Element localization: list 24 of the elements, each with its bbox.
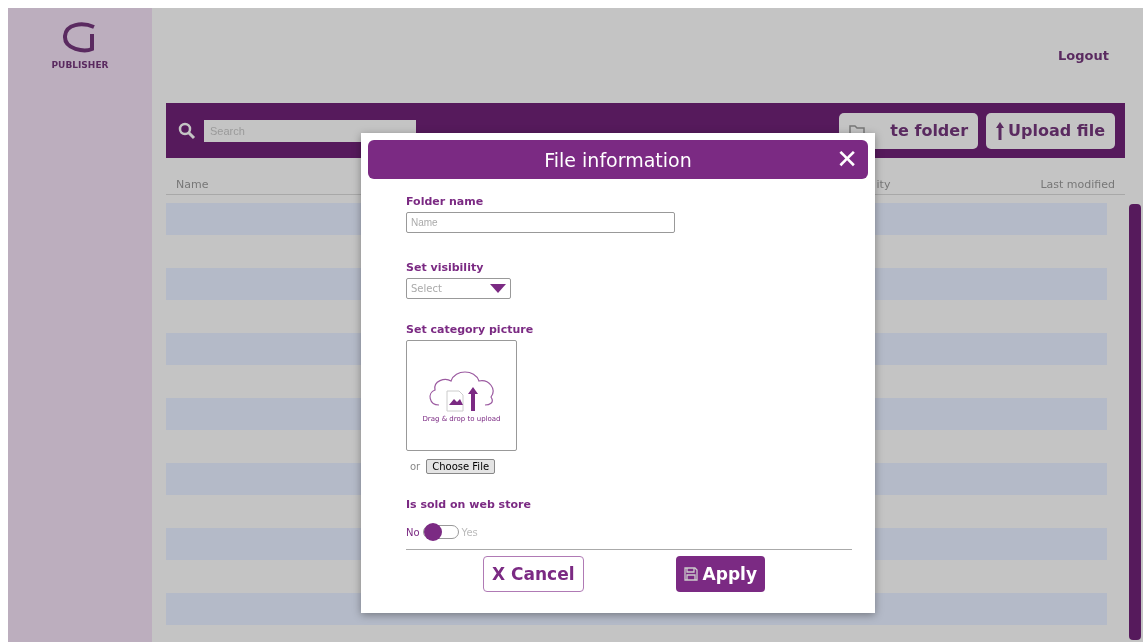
field-label: Folder name bbox=[406, 195, 485, 208]
field-label: Set category picture bbox=[406, 323, 535, 336]
toggle-on-label: Yes bbox=[461, 526, 478, 538]
create-folder-button[interactable]: te folder bbox=[839, 112, 979, 149]
or-text: or bbox=[410, 461, 421, 472]
search-icon bbox=[178, 121, 196, 140]
column-header: Name bbox=[176, 178, 210, 193]
dialog-title: File information bbox=[544, 148, 692, 171]
upload-file-button[interactable]: Upload file bbox=[986, 112, 1115, 149]
toggle-off-label: No bbox=[406, 526, 420, 538]
logo-text: PUBLISHER bbox=[51, 60, 109, 70]
caret-icon bbox=[490, 284, 506, 293]
toggle-switch[interactable] bbox=[422, 525, 459, 539]
cancel-button[interactable]: X Cancel bbox=[483, 556, 584, 592]
field-label: Set visibility bbox=[406, 261, 485, 274]
column-header: Last modified bbox=[1040, 178, 1115, 193]
logout-link[interactable]: Logout bbox=[1058, 48, 1109, 63]
apply-button[interactable]: Apply bbox=[675, 556, 765, 592]
field-label: Is sold on web store bbox=[406, 498, 532, 511]
scrollbar[interactable] bbox=[1129, 204, 1141, 640]
name-field[interactable]: Name bbox=[406, 212, 675, 233]
choose-file-button[interactable]: Choose File bbox=[426, 459, 496, 474]
arrow-up-icon bbox=[996, 121, 1005, 140]
column-header: ity bbox=[876, 178, 891, 193]
